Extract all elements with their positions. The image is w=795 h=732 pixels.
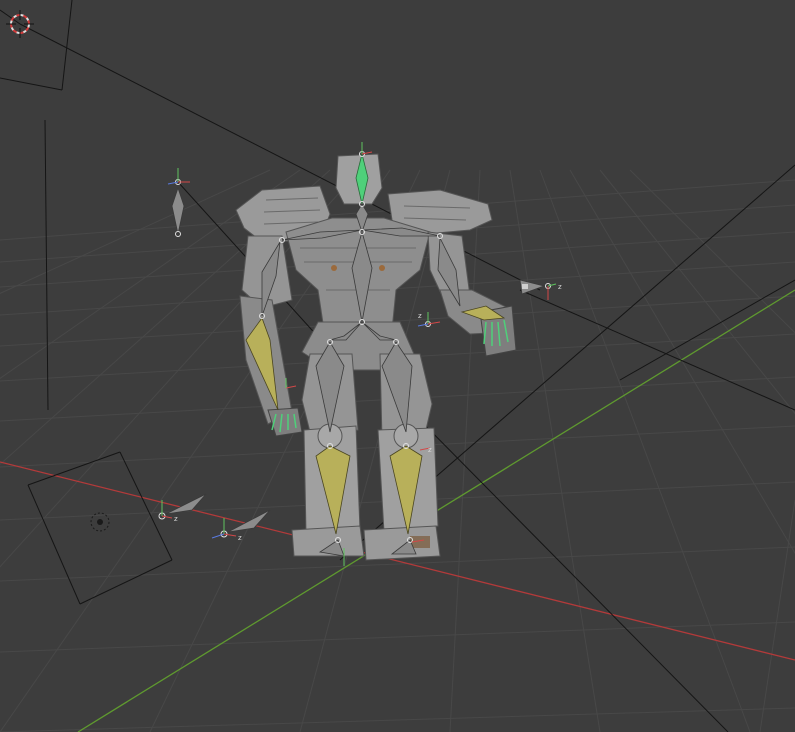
3d-viewport[interactable]: z z z z z: [0, 0, 795, 732]
left-hand: [267, 407, 303, 437]
z-axis-label: z: [174, 515, 178, 523]
robot-mesh[interactable]: [235, 153, 517, 561]
floating-bone-ik-left[interactable]: z: [158, 493, 207, 523]
z-axis-label: z: [558, 283, 562, 291]
z-axis-label: z: [428, 446, 432, 454]
z-axis-label: z: [238, 534, 242, 542]
floating-bone-ik-right[interactable]: z: [211, 509, 271, 542]
viewport-canvas[interactable]: z z z z z: [0, 0, 795, 732]
floating-bone-hand-target[interactable]: z: [519, 279, 562, 300]
z-axis-label: z: [418, 312, 422, 320]
